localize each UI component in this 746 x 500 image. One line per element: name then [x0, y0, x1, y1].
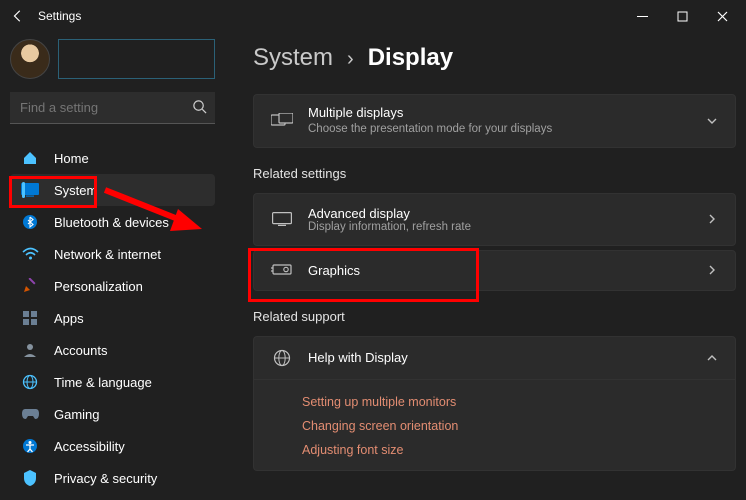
breadcrumb-current: Display: [368, 44, 453, 72]
close-icon: [717, 11, 728, 22]
row-title: Help with Display: [308, 350, 703, 365]
sidebar: Home System Bluetooth & devices Network …: [0, 32, 225, 500]
nav-label: Accounts: [54, 343, 107, 358]
nav-accessibility[interactable]: Accessibility: [10, 430, 215, 462]
nav-privacy-security[interactable]: Privacy & security: [10, 462, 215, 494]
nav-apps[interactable]: Apps: [10, 302, 215, 334]
avatar: [10, 39, 50, 79]
row-help-with-display[interactable]: Help with Display: [253, 336, 736, 380]
multiple-displays-icon: [268, 113, 296, 129]
graphics-icon: [268, 263, 296, 277]
close-button[interactable]: [702, 2, 742, 30]
nav-label: Time & language: [54, 375, 152, 390]
search-box[interactable]: [10, 92, 215, 124]
nav-label: Network & internet: [54, 247, 161, 262]
row-title: Advanced display: [308, 206, 703, 221]
chevron-right-icon: ›: [347, 48, 354, 71]
system-icon: [20, 180, 40, 200]
main-content: System › Display Multiple displays Choos…: [225, 32, 746, 500]
section-related-settings: Related settings: [253, 166, 736, 181]
titlebar: Settings: [0, 0, 746, 32]
nav-label: Home: [54, 151, 89, 166]
nav-label: Bluetooth & devices: [54, 215, 169, 230]
breadcrumb-parent[interactable]: System: [253, 44, 333, 72]
privacy-icon: [20, 468, 40, 488]
window-title: Settings: [38, 9, 622, 23]
nav-bluetooth[interactable]: Bluetooth & devices: [10, 206, 215, 238]
row-subtitle: Display information, refresh rate: [308, 221, 703, 233]
time-language-icon: [20, 372, 40, 392]
chevron-right-icon: [703, 264, 721, 276]
nav-time-language[interactable]: Time & language: [10, 366, 215, 398]
nav-label: Personalization: [54, 279, 143, 294]
profile-area[interactable]: [10, 32, 215, 86]
display-icon: [268, 212, 296, 226]
gaming-icon: [20, 404, 40, 424]
breadcrumb: System › Display: [253, 44, 736, 72]
minimize-button[interactable]: [622, 2, 662, 30]
search-input[interactable]: [10, 92, 215, 124]
accounts-icon: [20, 340, 40, 360]
arrow-left-icon: [11, 9, 25, 23]
maximize-button[interactable]: [662, 2, 702, 30]
help-link[interactable]: Changing screen orientation: [302, 414, 735, 438]
row-title: Multiple displays: [308, 105, 703, 122]
nav-gaming[interactable]: Gaming: [10, 398, 215, 430]
nav-network[interactable]: Network & internet: [10, 238, 215, 270]
accessibility-icon: [20, 436, 40, 456]
search-icon: [192, 99, 207, 114]
help-panel: Setting up multiple monitors Changing sc…: [253, 380, 736, 471]
nav-system[interactable]: System: [10, 174, 215, 206]
profile-card[interactable]: [58, 39, 215, 79]
nav-label: Accessibility: [54, 439, 125, 454]
row-title: Graphics: [308, 263, 703, 278]
nav-label: System: [54, 183, 97, 198]
row-graphics[interactable]: Graphics: [253, 250, 736, 291]
back-button[interactable]: [4, 2, 32, 30]
nav-label: Privacy & security: [54, 471, 157, 486]
minimize-icon: [637, 11, 648, 22]
bluetooth-icon: [20, 212, 40, 232]
nav-label: Apps: [54, 311, 84, 326]
maximize-icon: [677, 11, 688, 22]
personalization-icon: [20, 276, 40, 296]
nav-label: Gaming: [54, 407, 100, 422]
nav-home[interactable]: Home: [10, 142, 215, 174]
nav-accounts[interactable]: Accounts: [10, 334, 215, 366]
row-multiple-displays[interactable]: Multiple displays Choose the presentatio…: [253, 94, 736, 148]
chevron-right-icon: [703, 213, 721, 225]
nav-personalization[interactable]: Personalization: [10, 270, 215, 302]
section-related-support: Related support: [253, 309, 736, 324]
row-advanced-display[interactable]: Advanced display Display information, re…: [253, 193, 736, 246]
home-icon: [20, 148, 40, 168]
help-link[interactable]: Adjusting font size: [302, 438, 735, 462]
help-icon: [268, 349, 296, 367]
apps-icon: [20, 308, 40, 328]
chevron-up-icon: [703, 352, 721, 364]
row-subtitle: Choose the presentation mode for your di…: [308, 122, 703, 137]
chevron-down-icon: [703, 115, 721, 127]
wifi-icon: [20, 244, 40, 264]
help-link[interactable]: Setting up multiple monitors: [302, 390, 735, 414]
nav-list: Home System Bluetooth & devices Network …: [10, 142, 215, 494]
